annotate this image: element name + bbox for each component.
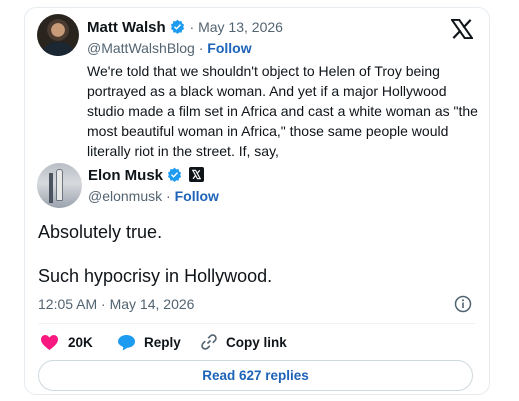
post-date[interactable]: May 13, 2026 <box>198 19 283 35</box>
read-replies-label: Read 627 replies <box>202 368 309 383</box>
divider <box>38 323 475 324</box>
post-header: Elon Musk <box>88 167 204 185</box>
info-icon[interactable] <box>454 295 472 313</box>
avatar[interactable] <box>37 163 82 208</box>
verified-badge-icon <box>171 19 185 34</box>
reply-label: Reply <box>144 334 181 350</box>
post-text-line-2: Such hypocrisy in Hollywood. <box>38 266 273 286</box>
x-affiliation-icon <box>188 167 204 182</box>
follow-button[interactable]: Follow <box>175 188 219 204</box>
x-logo-icon[interactable] <box>451 19 473 39</box>
quoted-tweet-text: We're told that we shouldn't object to H… <box>87 63 478 159</box>
avatar[interactable] <box>37 14 79 56</box>
author-handle[interactable]: @MattWalshBlog <box>87 40 195 56</box>
author-name[interactable]: Elon Musk <box>88 167 163 184</box>
follow-button[interactable]: Follow <box>207 40 251 56</box>
like-count: 20K <box>68 334 93 350</box>
copy-link-button[interactable]: Copy link <box>200 333 287 351</box>
reply-bubble-icon <box>118 334 135 351</box>
post-handle-row: @elonmusk · Follow <box>88 188 219 204</box>
post-timestamp[interactable]: 12:05 AM · May 14, 2026 <box>38 296 194 312</box>
reply-button[interactable]: Reply <box>117 333 181 351</box>
post-text-line-1: Absolutely true. <box>38 222 163 242</box>
quoted-handle-row: @MattWalshBlog · Follow <box>87 40 252 56</box>
author-handle[interactable]: @elonmusk <box>88 188 162 204</box>
like-button[interactable]: 20K <box>40 333 93 351</box>
heart-icon <box>41 334 58 350</box>
copy-link-label: Copy link <box>226 334 287 350</box>
verified-badge-icon <box>168 167 182 182</box>
author-name[interactable]: Matt Walsh <box>87 19 166 36</box>
read-replies-button[interactable]: Read 627 replies <box>38 360 473 391</box>
quoted-header: Matt Walsh · May 13, 2026 <box>87 19 283 36</box>
link-icon <box>201 334 217 350</box>
